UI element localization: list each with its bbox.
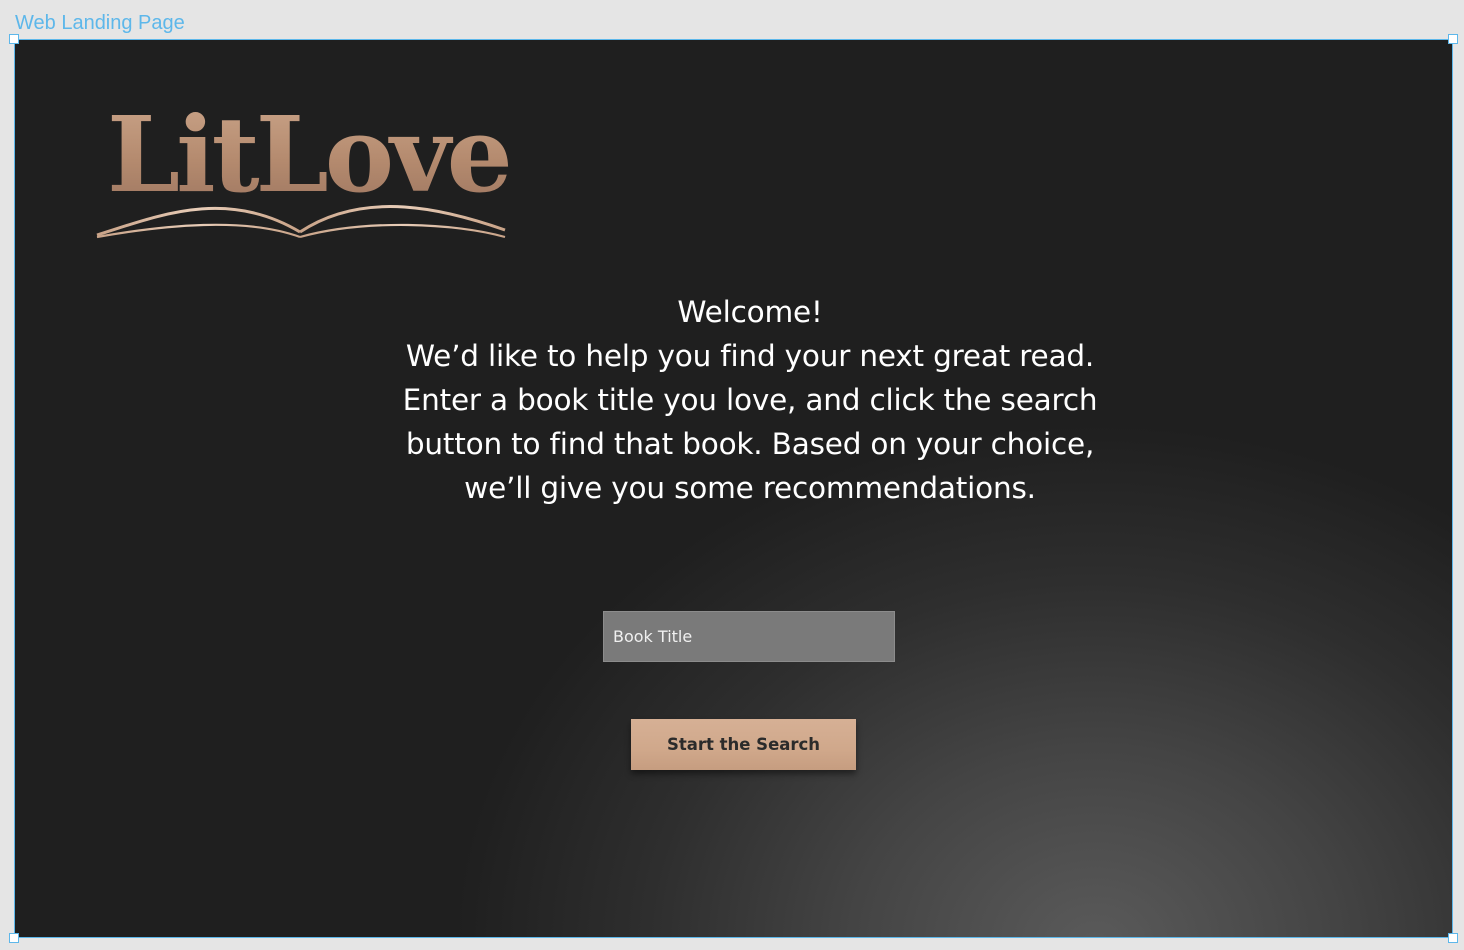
welcome-line: button to find that book. Based on your …	[405, 427, 1095, 461]
welcome-line: We’d like to help you find your next gre…	[405, 339, 1095, 373]
start-search-button[interactable]: Start the Search	[631, 719, 856, 770]
welcome-message: Welcome! We’d like to help you find your…	[350, 290, 1150, 510]
resize-handle-bottom-right[interactable]	[1448, 933, 1458, 943]
landing-page-frame: LitLove Welcome! We’d like to help you f…	[14, 39, 1453, 938]
open-book-icon	[96, 205, 506, 239]
book-title-input[interactable]	[603, 611, 895, 662]
resize-handle-bottom-left[interactable]	[9, 933, 19, 943]
resize-handle-top-right[interactable]	[1448, 34, 1458, 44]
frame-label: Web Landing Page	[15, 12, 185, 34]
litlove-logo: LitLove	[95, 95, 515, 245]
welcome-line: we’ll give you some recommendations.	[464, 471, 1036, 505]
welcome-heading: Welcome!	[677, 295, 823, 329]
welcome-line: Enter a book title you love, and click t…	[402, 383, 1098, 417]
resize-handle-top-left[interactable]	[9, 34, 19, 44]
